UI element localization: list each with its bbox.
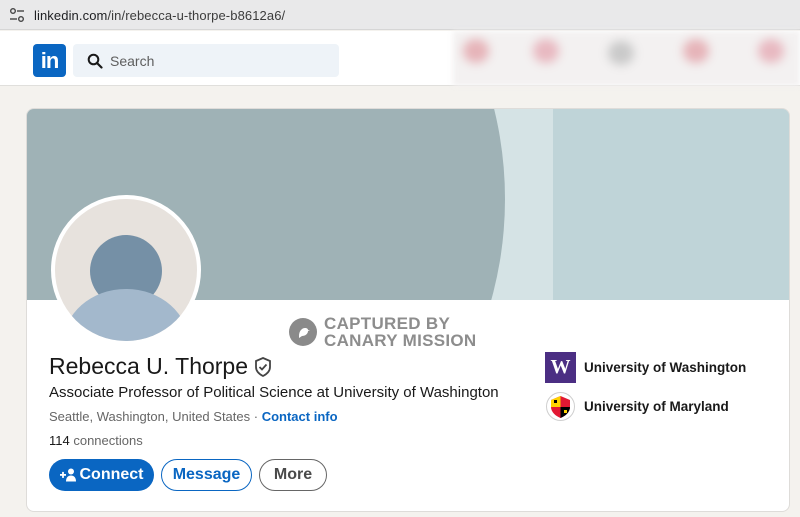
profile-card: CAPTURED BY CANARY MISSION Rebecca U. Th… (26, 108, 790, 512)
url-host: linkedin.com (34, 8, 108, 23)
umd-seal-icon (546, 392, 575, 421)
url-field[interactable]: linkedin.com/in/rebecca-u-thorpe-b8612a6… (34, 8, 285, 23)
linkedin-logo[interactable]: in (33, 44, 66, 77)
url-path: /in/rebecca-u-thorpe-b8612a6/ (107, 8, 286, 23)
search-icon (87, 53, 103, 69)
contact-info-link[interactable]: Contact info (262, 409, 338, 424)
profile-location: Seattle, Washington, United States (49, 409, 251, 424)
connect-label: Connect (79, 466, 144, 483)
connect-button[interactable]: Connect (49, 459, 154, 491)
education-item-uw[interactable]: W University of Washington (545, 352, 746, 383)
profile-location-row: Seattle, Washington, United States · Con… (49, 409, 338, 424)
education-item-umd[interactable]: University of Maryland (545, 391, 729, 422)
bird-icon (289, 318, 317, 346)
avatar-body (63, 289, 189, 341)
profile-headline: Associate Professor of Political Science… (49, 384, 499, 401)
watermark-line2: CANARY MISSION (324, 331, 477, 350)
watermark-line1: CAPTURED BY (324, 314, 451, 333)
location-separator: · (250, 409, 262, 424)
search-input[interactable]: Search (73, 44, 339, 77)
connections-count: 114 (49, 433, 70, 448)
verified-shield-icon[interactable] (254, 356, 272, 377)
connections-row[interactable]: 114 connections (49, 433, 143, 448)
browser-address-bar: linkedin.com/in/rebecca-u-thorpe-b8612a6… (0, 0, 800, 30)
add-person-icon (59, 468, 76, 482)
profile-name: Rebecca U. Thorpe (49, 353, 249, 379)
site-settings-icon[interactable] (9, 7, 25, 23)
connections-label: connections (69, 433, 143, 448)
search-placeholder: Search (110, 53, 155, 69)
canary-mission-watermark: CAPTURED BY CANARY MISSION (289, 315, 477, 349)
message-button[interactable]: Message (161, 459, 252, 491)
education-name: University of Washington (584, 360, 747, 375)
more-button[interactable]: More (259, 459, 327, 491)
blurred-nav-icons (453, 31, 800, 86)
avatar[interactable] (51, 195, 201, 345)
uw-logo: W (545, 352, 576, 383)
education-name: University of Maryland (584, 399, 729, 414)
